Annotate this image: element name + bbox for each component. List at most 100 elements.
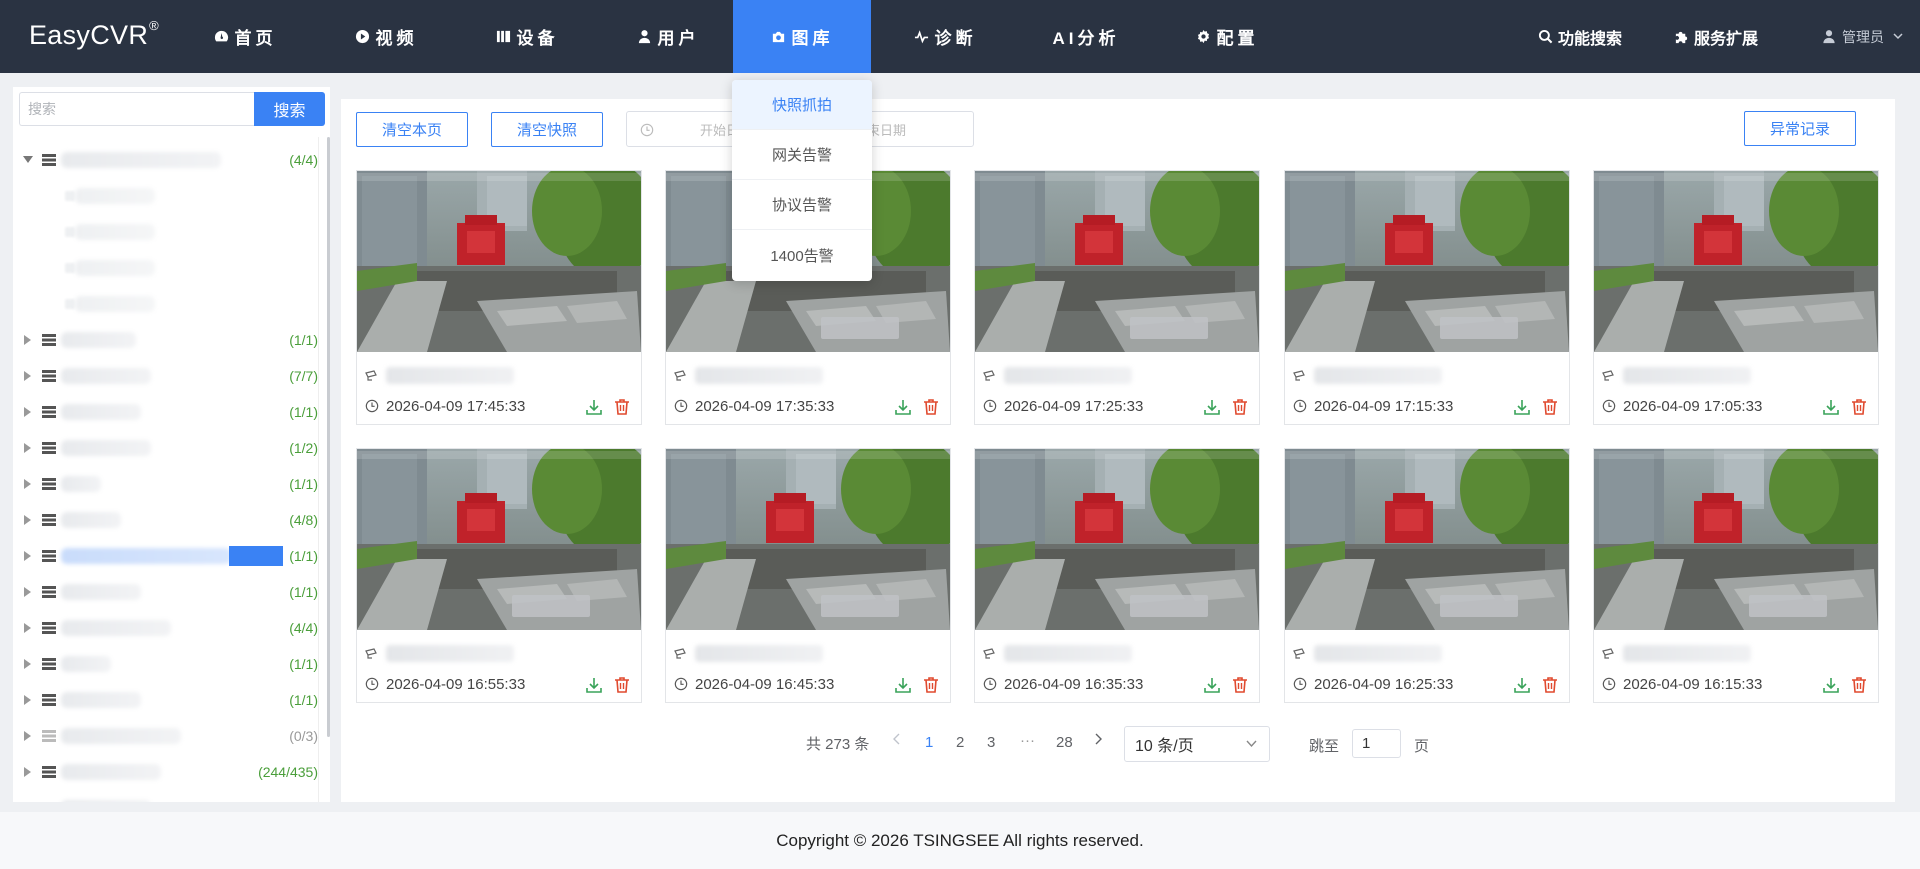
next-page-icon[interactable]: [1093, 732, 1103, 766]
snapshot-image[interactable]: [357, 171, 641, 352]
tree-node[interactable]: (0/1): [13, 790, 318, 802]
tree-node[interactable]: (1/1): [13, 394, 318, 430]
caret-right-icon[interactable]: [23, 551, 33, 561]
snapshot-image[interactable]: [1594, 171, 1878, 352]
download-icon[interactable]: [585, 676, 603, 694]
download-icon[interactable]: [1203, 398, 1221, 416]
tree-node[interactable]: (4/4): [13, 610, 318, 646]
delete-icon[interactable]: [922, 398, 940, 416]
caret-right-icon[interactable]: [23, 479, 33, 489]
nav-item-device[interactable]: 设备: [477, 0, 577, 73]
tree-node[interactable]: (1/1): [13, 646, 318, 682]
download-icon[interactable]: [894, 398, 912, 416]
tree-search-button[interactable]: 搜索: [254, 92, 325, 126]
caret-down-icon[interactable]: [23, 155, 33, 165]
caret-right-icon[interactable]: [23, 659, 33, 669]
caret-right-icon[interactable]: [23, 407, 33, 417]
snapshot-image[interactable]: [975, 171, 1259, 352]
delete-icon[interactable]: [1850, 398, 1868, 416]
nav-item-ai-analysis[interactable]: AI分析: [1036, 0, 1136, 73]
delete-icon[interactable]: [1231, 676, 1249, 694]
tree-node[interactable]: (1/1): [13, 574, 318, 610]
snapshot-card[interactable]: 2026-04-09 17:15:33: [1284, 170, 1570, 425]
tree-child-node[interactable]: [13, 286, 318, 322]
nav-item-video[interactable]: 视频: [336, 0, 436, 73]
caret-right-icon[interactable]: [23, 731, 33, 741]
caret-right-icon[interactable]: [23, 623, 33, 633]
abnormal-records-button[interactable]: 异常记录: [1744, 111, 1856, 146]
snapshot-card[interactable]: 2026-04-09 17:05:33: [1593, 170, 1879, 425]
page-28[interactable]: 28: [1056, 734, 1073, 768]
tree-node[interactable]: (0/3): [13, 718, 318, 754]
clear-snapshots-button[interactable]: 清空快照: [491, 112, 603, 147]
caret-right-icon[interactable]: [23, 515, 33, 525]
tree-node[interactable]: (244/435): [13, 754, 318, 790]
snapshot-image[interactable]: [666, 449, 950, 630]
caret-right-icon[interactable]: [23, 767, 33, 777]
tree-node[interactable]: (1/1): [13, 682, 318, 718]
page-size-select[interactable]: 10 条/页: [1124, 726, 1270, 762]
snapshot-card[interactable]: 2026-04-09 16:25:33: [1284, 448, 1570, 703]
menu-item-protocol-alarm[interactable]: 协议告警: [732, 180, 872, 230]
snapshot-image[interactable]: [1285, 449, 1569, 630]
tree-child-node[interactable]: [13, 214, 318, 250]
delete-icon[interactable]: [1541, 398, 1559, 416]
nav-item-user[interactable]: 用户: [618, 0, 718, 73]
jump-page-input[interactable]: [1352, 729, 1401, 758]
menu-item-gateway-alarm[interactable]: 网关告警: [732, 130, 872, 180]
tree-node[interactable]: (4/4): [13, 142, 318, 178]
tree-search-input[interactable]: [19, 92, 254, 126]
download-icon[interactable]: [585, 398, 603, 416]
caret-right-icon[interactable]: [23, 443, 33, 453]
tree-node[interactable]: (1/2): [13, 430, 318, 466]
menu-item-1400-alarm[interactable]: 1400告警: [732, 230, 872, 280]
nav-item-config[interactable]: 配置: [1177, 0, 1277, 73]
snapshot-card[interactable]: 2026-04-09 17:45:33: [356, 170, 642, 425]
download-icon[interactable]: [1822, 398, 1840, 416]
nav-item-gallery[interactable]: 图库: [733, 0, 871, 73]
feature-search-link[interactable]: 功能搜索: [1538, 0, 1622, 73]
snapshot-image[interactable]: [357, 449, 641, 630]
delete-icon[interactable]: [613, 398, 631, 416]
tree-child-node[interactable]: [13, 178, 318, 214]
page-3[interactable]: 3: [987, 734, 995, 768]
caret-right-icon[interactable]: [23, 695, 33, 705]
caret-right-icon[interactable]: [23, 371, 33, 381]
service-extension-link[interactable]: 服务扩展: [1674, 0, 1758, 73]
tree-node[interactable]: (7/7): [13, 358, 318, 394]
page-1[interactable]: 1: [925, 734, 933, 768]
download-icon[interactable]: [1513, 676, 1531, 694]
tree-node[interactable]: (1/1): [13, 466, 318, 502]
tree-node[interactable]: (1/1): [13, 322, 318, 358]
tree-scrollbar[interactable]: [327, 137, 330, 737]
delete-icon[interactable]: [613, 676, 631, 694]
delete-icon[interactable]: [1231, 398, 1249, 416]
snapshot-image[interactable]: [975, 449, 1259, 630]
menu-item-snapshot[interactable]: 快照抓拍: [732, 80, 872, 130]
download-icon[interactable]: [1822, 676, 1840, 694]
caret-right-icon[interactable]: [23, 335, 33, 345]
caret-right-icon[interactable]: [23, 587, 33, 597]
download-icon[interactable]: [1203, 676, 1221, 694]
page-ellipsis[interactable]: ···: [1020, 732, 1035, 766]
clear-page-button[interactable]: 清空本页: [356, 112, 468, 147]
download-icon[interactable]: [1513, 398, 1531, 416]
snapshot-card[interactable]: 2026-04-09 16:45:33: [665, 448, 951, 703]
tree-node[interactable]: (1/1): [13, 538, 318, 574]
app-logo[interactable]: EasyCVR®: [29, 18, 159, 51]
snapshot-image[interactable]: [1285, 171, 1569, 352]
page-2[interactable]: 2: [956, 734, 964, 768]
delete-icon[interactable]: [922, 676, 940, 694]
download-icon[interactable]: [894, 676, 912, 694]
delete-icon[interactable]: [1850, 676, 1868, 694]
snapshot-card[interactable]: 2026-04-09 16:35:33: [974, 448, 1260, 703]
snapshot-card[interactable]: 2026-04-09 16:15:33: [1593, 448, 1879, 703]
prev-page-icon[interactable]: [892, 732, 902, 766]
delete-icon[interactable]: [1541, 676, 1559, 694]
nav-item-home[interactable]: 首页: [195, 0, 295, 73]
snapshot-card[interactable]: 2026-04-09 17:25:33: [974, 170, 1260, 425]
nav-item-diagnose[interactable]: 诊断: [895, 0, 995, 73]
snapshot-card[interactable]: 2026-04-09 16:55:33: [356, 448, 642, 703]
snapshot-image[interactable]: [1594, 449, 1878, 630]
user-menu[interactable]: 管理员: [1822, 0, 1903, 73]
